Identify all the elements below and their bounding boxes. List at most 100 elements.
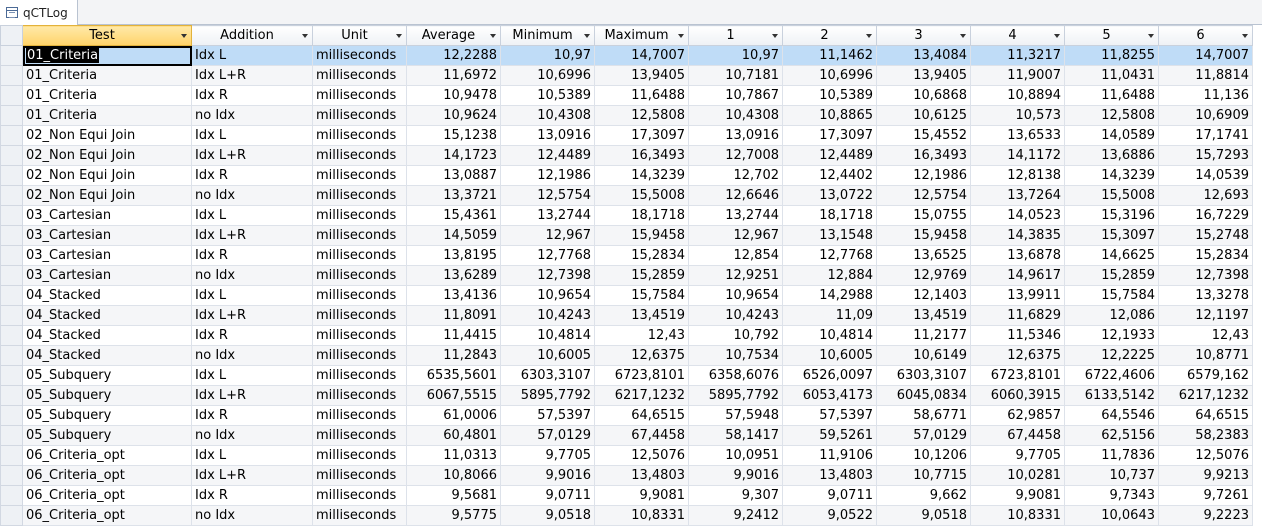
table-cell[interactable]: 10,9478: [406, 85, 501, 106]
table-cell[interactable]: 11,0431: [1064, 65, 1159, 86]
record-selector[interactable]: [0, 205, 23, 226]
table-cell[interactable]: 5895,7792: [688, 385, 783, 406]
table-cell[interactable]: 10,6909: [1158, 105, 1253, 126]
table-cell[interactable]: 13,4519: [594, 305, 689, 326]
table-cell[interactable]: 03_Cartesian: [22, 205, 192, 226]
table-cell[interactable]: milliseconds: [312, 485, 407, 506]
table-cell[interactable]: 62,9857: [970, 405, 1065, 426]
table-cell[interactable]: 6060,3915: [970, 385, 1065, 406]
table-cell[interactable]: 16,3493: [594, 145, 689, 166]
table-row[interactable]: 01_Criteria Idx Rmilliseconds 10,9478 10,53…: [0, 85, 1253, 106]
table-cell[interactable]: 9,662: [876, 485, 971, 506]
table-cell[interactable]: 11,6488: [1064, 85, 1159, 106]
table-cell[interactable]: 15,7584: [1064, 285, 1159, 306]
record-selector[interactable]: [0, 325, 23, 346]
table-cell[interactable]: 03_Cartesian: [22, 265, 192, 286]
table-cell[interactable]: 15,4552: [876, 125, 971, 146]
table-cell[interactable]: 10,97: [688, 45, 783, 66]
table-row[interactable]: 05_Subquery no Idx milliseconds 60,4801 57,0…: [0, 425, 1253, 446]
table-cell[interactable]: 57,5948: [688, 405, 783, 426]
table-cell[interactable]: 12,854: [688, 245, 783, 266]
filter-dropdown-icon[interactable]: [960, 34, 966, 38]
table-row[interactable]: 06_Criteria_opt Idx Rmilliseconds 9,5681 9,…: [0, 485, 1253, 506]
table-cell[interactable]: 14,1723: [406, 145, 501, 166]
record-selector[interactable]: [0, 385, 23, 406]
table-cell[interactable]: 6723,8101: [970, 365, 1065, 386]
table-cell[interactable]: 05_Subquery: [22, 385, 192, 406]
table-cell[interactable]: 12,702: [688, 165, 783, 186]
record-selector[interactable]: [0, 305, 23, 326]
record-selector[interactable]: [0, 45, 23, 66]
table-cell[interactable]: 6045,0834: [876, 385, 971, 406]
table-cell[interactable]: 10,6868: [876, 85, 971, 106]
table-cell[interactable]: 59,5261: [782, 425, 877, 446]
table-cell[interactable]: 67,4458: [970, 425, 1065, 446]
column-header[interactable]: Minimum: [500, 25, 595, 46]
table-row[interactable]: 06_Criteria_opt Idx L+R milliseconds 10,806…: [0, 465, 1253, 486]
table-cell[interactable]: 13,6886: [1064, 145, 1159, 166]
table-cell[interactable]: Idx L: [191, 205, 313, 226]
table-cell[interactable]: 6722,4606: [1064, 365, 1159, 386]
table-cell[interactable]: 15,7293: [1158, 145, 1253, 166]
table-cell[interactable]: 9,7343: [1064, 485, 1159, 506]
table-cell[interactable]: 12,9769: [876, 265, 971, 286]
table-cell[interactable]: 12,7768: [500, 245, 595, 266]
table-cell[interactable]: 15,9458: [876, 225, 971, 246]
table-cell[interactable]: 10,0951: [688, 445, 783, 466]
table-cell[interactable]: milliseconds: [312, 325, 407, 346]
table-cell[interactable]: 11,2177: [876, 325, 971, 346]
table-cell[interactable]: 13,9911: [970, 285, 1065, 306]
table-row[interactable]: 03_Cartesian Idx Rmilliseconds 13,8195 12,7…: [0, 245, 1253, 266]
table-cell[interactable]: 12,4489: [500, 145, 595, 166]
record-selector[interactable]: [0, 285, 23, 306]
table-cell[interactable]: 12,43: [1158, 325, 1253, 346]
table-cell[interactable]: 02_Non Equi Join: [22, 145, 192, 166]
table-cell[interactable]: 01_Criteria: [22, 85, 192, 106]
table-row[interactable]: 01_Criteria Idx Lmilliseconds 12,2288 10,97…: [0, 45, 1253, 66]
table-cell[interactable]: 11,136: [1158, 85, 1253, 106]
table-cell[interactable]: 64,6515: [594, 405, 689, 426]
table-cell[interactable]: Idx L+R: [191, 465, 313, 486]
table-cell[interactable]: milliseconds: [312, 125, 407, 146]
table-cell[interactable]: 12,1197: [1158, 305, 1253, 326]
table-cell[interactable]: 57,5397: [500, 405, 595, 426]
table-row[interactable]: 04_Stacked no Idx milliseconds 11,2843 10,60…: [0, 345, 1253, 366]
table-cell[interactable]: 9,9213: [1158, 465, 1253, 486]
record-selector[interactable]: [0, 505, 23, 526]
table-cell[interactable]: 14,1172: [970, 145, 1065, 166]
table-cell[interactable]: 12,7398: [1158, 265, 1253, 286]
table-cell[interactable]: 13,8195: [406, 245, 501, 266]
table-cell[interactable]: milliseconds: [312, 305, 407, 326]
table-cell[interactable]: milliseconds: [312, 405, 407, 426]
table-cell[interactable]: milliseconds: [312, 205, 407, 226]
table-cell[interactable]: 12,6375: [594, 345, 689, 366]
table-cell[interactable]: 01_Criteria: [22, 65, 192, 86]
column-header[interactable]: Unit: [312, 25, 407, 46]
table-cell[interactable]: 6535,5601: [406, 365, 501, 386]
table-cell[interactable]: milliseconds: [312, 265, 407, 286]
table-cell[interactable]: 10,4814: [782, 325, 877, 346]
table-cell[interactable]: 04_Stacked: [22, 345, 192, 366]
table-cell[interactable]: 10,573: [970, 105, 1065, 126]
table-cell[interactable]: no Idx: [191, 425, 313, 446]
table-cell[interactable]: 13,3278: [1158, 285, 1253, 306]
table-cell[interactable]: 9,2412: [688, 505, 783, 526]
table-cell[interactable]: no Idx: [191, 105, 313, 126]
table-cell[interactable]: 13,6525: [876, 245, 971, 266]
record-selector[interactable]: [0, 445, 23, 466]
table-cell[interactable]: 10,5389: [782, 85, 877, 106]
table-cell[interactable]: 12,9251: [688, 265, 783, 286]
table-cell[interactable]: Idx R: [191, 325, 313, 346]
table-cell[interactable]: Idx R: [191, 165, 313, 186]
table-cell[interactable]: 12,1403: [876, 285, 971, 306]
table-cell[interactable]: 10,97: [500, 45, 595, 66]
table-row[interactable]: 05_Subquery Idx Lmilliseconds 6535,5601 630…: [0, 365, 1253, 386]
table-cell[interactable]: 12,1986: [876, 165, 971, 186]
table-cell[interactable]: Idx L: [191, 365, 313, 386]
record-selector[interactable]: [0, 345, 23, 366]
table-cell[interactable]: 13,4084: [876, 45, 971, 66]
table-cell[interactable]: 10,7534: [688, 345, 783, 366]
table-cell[interactable]: 15,0755: [876, 205, 971, 226]
table-cell[interactable]: 05_Subquery: [22, 365, 192, 386]
table-cell[interactable]: 58,1417: [688, 425, 783, 446]
